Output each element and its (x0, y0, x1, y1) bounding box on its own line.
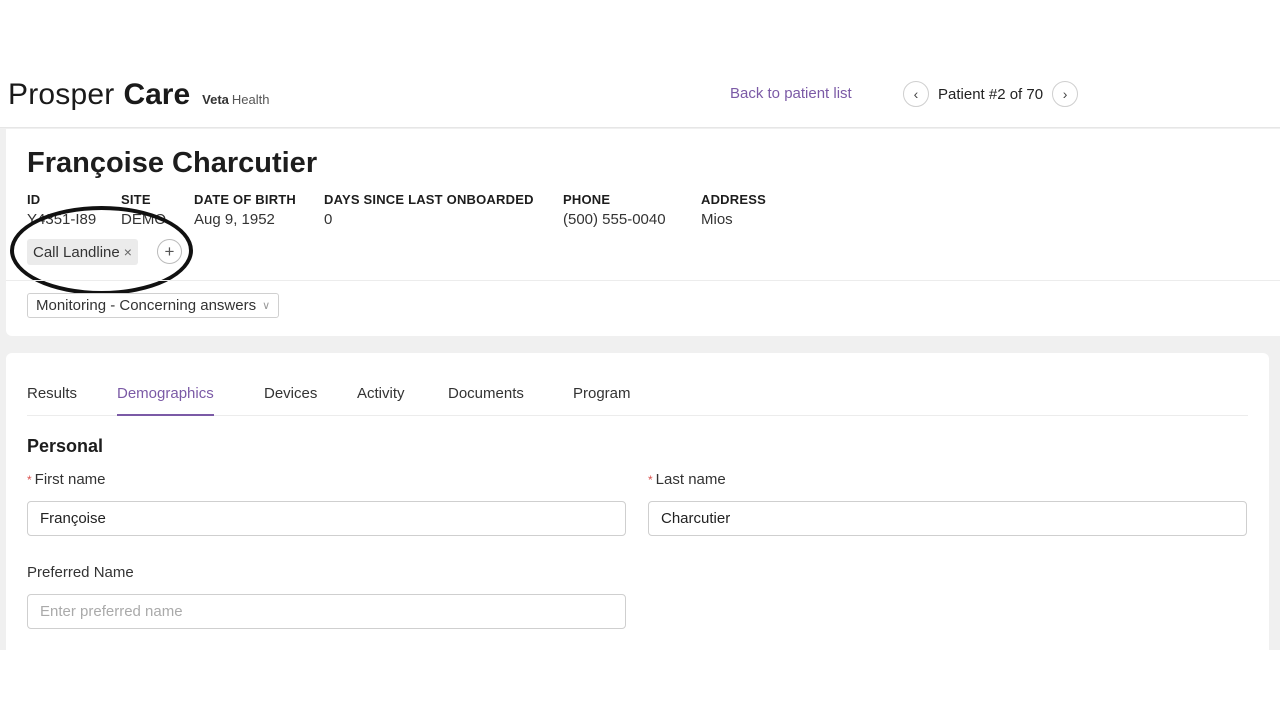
patient-summary-card: Françoise Charcutier ID Y4351-I89 SITE D… (6, 129, 1280, 336)
info-label: DATE OF BIRTH (194, 192, 297, 207)
patient-pager: ‹ Patient #2 of 70 › (903, 81, 1079, 107)
chevron-down-icon: ∨ (262, 300, 271, 312)
first-name-input[interactable] (27, 501, 626, 536)
info-site: SITE DEMO (121, 192, 166, 228)
info-phone: PHONE (500) 555-0040 (563, 192, 666, 228)
last-name-input[interactable] (648, 501, 1247, 536)
section-title-personal: Personal (27, 436, 104, 456)
required-marker: * (648, 473, 653, 487)
app-window: Prosper Care Veta Health Back to patient… (0, 0, 1280, 650)
tab-results[interactable]: Results (27, 385, 77, 416)
tab-devices[interactable]: Devices (264, 385, 317, 416)
preferred-name-input[interactable] (27, 594, 626, 629)
divider (6, 280, 1280, 281)
tab-program[interactable]: Program (573, 385, 631, 416)
info-date-of-birth: DATE OF BIRTH Aug 9, 1952 (194, 192, 296, 228)
info-value: 0 (324, 211, 333, 228)
required-marker: * (27, 473, 32, 487)
brand-veta: Veta (202, 92, 229, 107)
next-patient-button[interactable]: › (1052, 81, 1079, 107)
info-value: Mios (701, 211, 733, 228)
tab-documents[interactable]: Documents (448, 385, 524, 416)
first-name-label-text: First name (34, 471, 106, 488)
info-value: Aug 9, 1952 (194, 211, 275, 228)
brand-care: Care (123, 78, 191, 111)
plus-icon: + (164, 241, 175, 261)
info-label: ID (27, 192, 41, 207)
info-label: DAYS SINCE LAST ONBOARDED (324, 192, 534, 207)
tab-demographics[interactable]: Demographics (117, 385, 214, 416)
info-address: ADDRESS Mios (701, 192, 766, 228)
add-tag-button[interactable]: + (157, 239, 182, 264)
brand-health: Health (231, 92, 270, 107)
tab-activity[interactable]: Activity (357, 385, 405, 416)
top-header: Prosper Care Veta Health Back to patient… (0, 0, 1280, 128)
patient-detail-card: Results Demographics Devices Activity Do… (6, 353, 1269, 650)
tag-label: Call Landline (33, 243, 120, 261)
info-value: DEMO (121, 211, 166, 228)
info-label: ADDRESS (701, 192, 766, 207)
status-value: Monitoring - Concerning answers (36, 297, 257, 314)
blank-area (0, 650, 1280, 720)
info-label: PHONE (563, 192, 611, 207)
info-id: ID Y4351-I89 (27, 192, 96, 228)
detail-tabs: Results Demographics Devices Activity Do… (27, 378, 1248, 416)
preferred-name-label: Preferred Name (27, 564, 134, 581)
back-to-patient-list-link[interactable]: Back to patient list (730, 85, 852, 102)
previous-patient-button[interactable]: ‹ (903, 81, 929, 107)
pager-text: Patient #2 of 70 (938, 85, 1044, 103)
program-status-select[interactable]: Monitoring - Concerning answers ∨ (27, 293, 280, 318)
brand-logo: Prosper Care Veta Health (8, 78, 270, 112)
info-label: SITE (121, 192, 151, 207)
close-icon[interactable]: × (124, 244, 132, 260)
chevron-left-icon: ‹ (913, 86, 919, 102)
brand-prosper: Prosper (8, 78, 115, 111)
first-name-label: * First name (27, 471, 106, 488)
info-value: Y4351-I89 (27, 211, 97, 228)
last-name-label: * Last name (648, 471, 726, 488)
info-days-since-onboarded: DAYS SINCE LAST ONBOARDED 0 (324, 192, 534, 228)
chevron-right-icon: › (1062, 86, 1068, 102)
last-name-label-text: Last name (655, 471, 726, 488)
info-value: (500) 555-0040 (563, 211, 666, 228)
patient-name: Françoise Charcutier (27, 147, 318, 179)
call-landline-tag: Call Landline × (27, 239, 138, 265)
